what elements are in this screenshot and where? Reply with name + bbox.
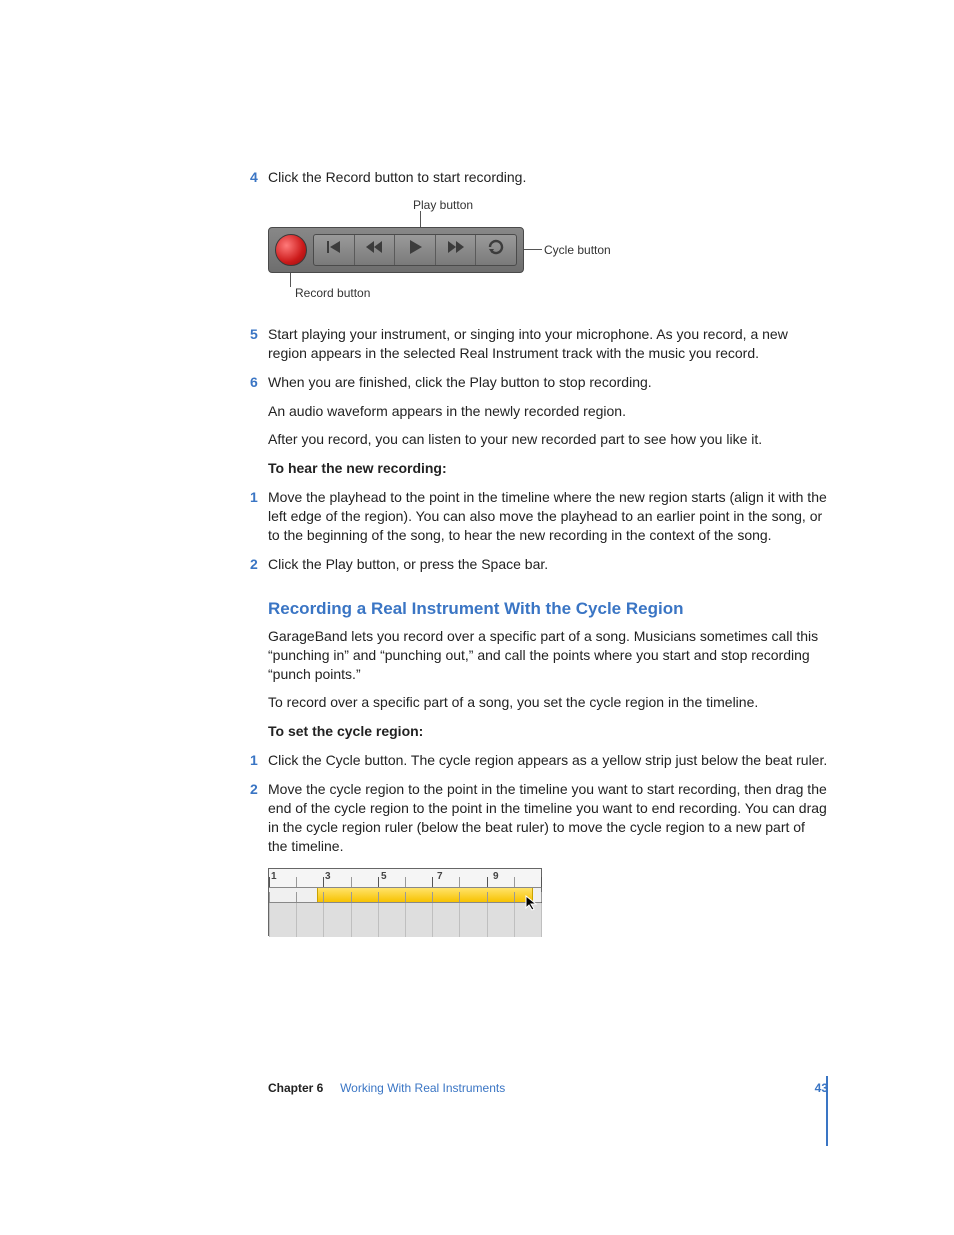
timeline-figure: 1 3 5 7 9 [268,868,542,936]
paragraph: GarageBand lets you record over a specif… [268,627,828,684]
ruler-label: 3 [325,870,331,884]
step-number: 2 [250,780,258,799]
step-text: Move the playhead to the point in the ti… [268,489,827,543]
steps-list-1: 4 Click the Record button to start recor… [268,168,828,187]
step-text: Click the Cycle button. The cycle region… [268,752,827,768]
hear-heading: To hear the new recording: [268,459,828,478]
cycle-region[interactable] [317,888,533,902]
footer-rule [826,1076,828,1146]
step-text: Click the Play button, or press the Spac… [268,556,548,572]
content-column: 4 Click the Record button to start recor… [268,168,828,936]
rewind-icon [364,237,384,262]
cycle-button[interactable] [476,235,516,265]
paragraph: To record over a specific part of a song… [268,693,828,712]
transport-bar [268,227,524,273]
skip-back-icon [324,237,344,262]
fast-forward-button[interactable] [436,235,477,265]
play-callout-label: Play button [413,197,473,213]
hear-steps: 1 Move the playhead to the point in the … [268,488,828,574]
step-number: 1 [250,751,258,770]
ruler-label: 5 [381,870,387,884]
chapter-title: Working With Real Instruments [340,1081,505,1095]
transport-figure: Play button [268,197,828,307]
steps-list-2: 5 Start playing your instrument, or sing… [268,325,828,449]
step-number: 2 [250,555,258,574]
step-text: Start playing your instrument, or singin… [268,326,788,361]
rewind-button[interactable] [355,235,396,265]
ruler-label: 1 [271,870,277,884]
play-icon [405,237,425,262]
beat-ruler: 1 3 5 7 9 [269,869,541,888]
page-footer: Chapter 6 Working With Real Instruments … [268,1080,828,1096]
transport-button-bar [313,234,517,266]
step-text: When you are finished, click the Play bu… [268,374,652,390]
step-text: Move the cycle region to the point in th… [268,781,827,854]
hear-step-1: 1 Move the playhead to the point in the … [268,488,828,545]
paragraph: An audio waveform appears in the newly r… [268,402,828,421]
paragraph: After you record, you can listen to your… [268,430,828,449]
record-callout-label: Record button [295,285,370,301]
cursor-icon [525,895,541,911]
step-4: 4 Click the Record button to start recor… [268,168,828,187]
cycle-step-2: 2 Move the cycle region to the point in … [268,780,828,856]
section-heading: Recording a Real Instrument With the Cyc… [268,598,828,621]
track-area [269,903,541,937]
step-5: 5 Start playing your instrument, or sing… [268,325,828,363]
go-to-start-button[interactable] [314,235,355,265]
step-number: 6 [250,373,258,392]
play-button[interactable] [395,235,436,265]
cycle-icon [486,237,506,262]
ruler-label: 7 [437,870,443,884]
step-text: Click the Record button to start recordi… [268,169,526,185]
cycle-callout-line [524,249,542,250]
hear-step-2: 2 Click the Play button, or press the Sp… [268,555,828,574]
fast-forward-icon [446,237,466,262]
cycle-steps: 1 Click the Cycle button. The cycle regi… [268,751,828,855]
cycle-heading: To set the cycle region: [268,722,828,741]
cycle-step-1: 1 Click the Cycle button. The cycle regi… [268,751,828,770]
cycle-ruler[interactable] [269,888,541,903]
record-button[interactable] [275,234,307,266]
cycle-callout-label: Cycle button [544,242,611,258]
step-number: 1 [250,488,258,507]
record-callout-line [290,273,291,287]
page: 4 Click the Record button to start recor… [0,0,954,1235]
chapter-label: Chapter 6 [268,1081,323,1095]
step-number: 5 [250,325,258,344]
ruler-label: 9 [493,870,499,884]
step-number: 4 [250,168,258,187]
step-6: 6 When you are finished, click the Play … [268,373,828,450]
